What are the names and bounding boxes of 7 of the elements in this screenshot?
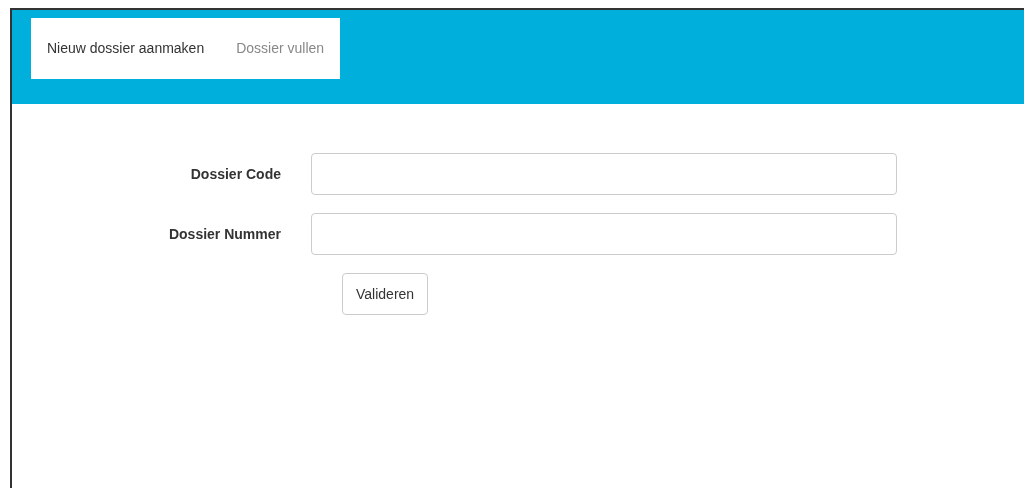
text-field[interactable] (311, 213, 897, 255)
field-label: Dossier Nummer (167, 224, 282, 244)
nav-tab[interactable]: Nieuw dossier aanmaken (47, 38, 205, 59)
field-label: Dossier Code (189, 164, 282, 184)
validate-button[interactable]: Valideren (342, 273, 429, 315)
text-field[interactable] (311, 153, 897, 195)
nav-tab[interactable]: Dossier vullen (236, 38, 325, 59)
